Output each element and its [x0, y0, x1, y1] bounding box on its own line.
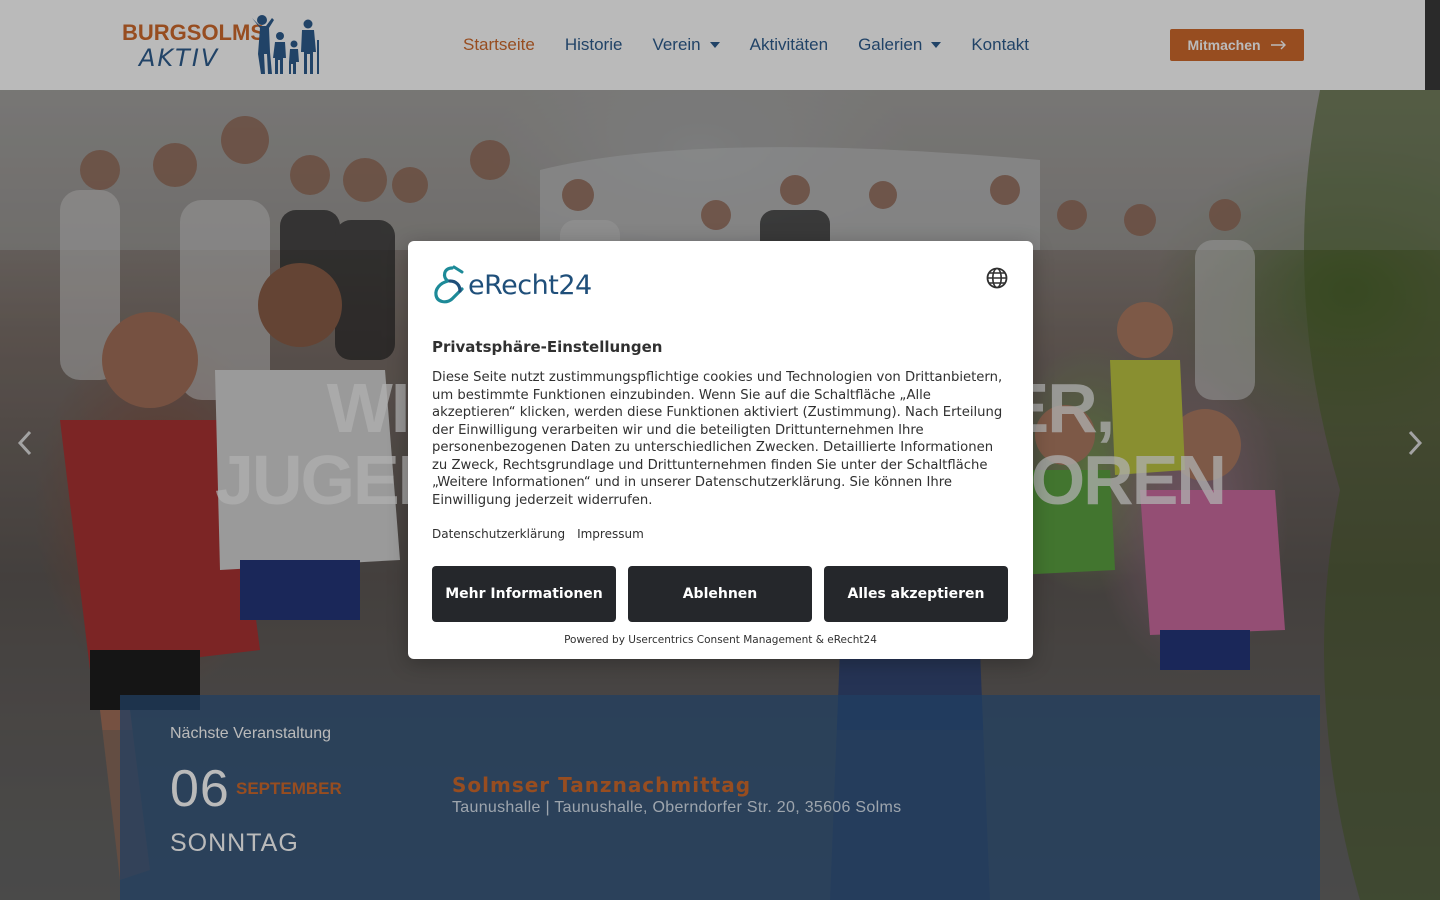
privacy-policy-link[interactable]: Datenschutzerklärung	[432, 527, 565, 541]
deny-button[interactable]: Ablehnen	[628, 566, 812, 622]
brand-name: eRecht24	[468, 269, 592, 301]
more-info-button[interactable]: Mehr Informationen	[432, 566, 616, 622]
consent-title: Privatsphäre-Einstellungen	[432, 338, 663, 356]
erecht24-logo: eRecht24	[432, 265, 592, 305]
accept-all-button[interactable]: Alles akzeptieren	[824, 566, 1008, 622]
consent-links: Datenschutzerklärung Impressum	[432, 527, 656, 541]
globe-icon[interactable]	[985, 266, 1009, 290]
consent-description: Diese Seite nutzt zustimmungspflichtige …	[432, 370, 1003, 508]
erecht24-mark-icon	[434, 265, 464, 304]
powered-by-text: Powered by Usercentrics Consent Manageme…	[564, 634, 877, 646]
consent-dialog: eRecht24 Privatsphäre-Einstellungen Dies…	[408, 241, 1033, 659]
imprint-link[interactable]: Impressum	[577, 527, 644, 541]
